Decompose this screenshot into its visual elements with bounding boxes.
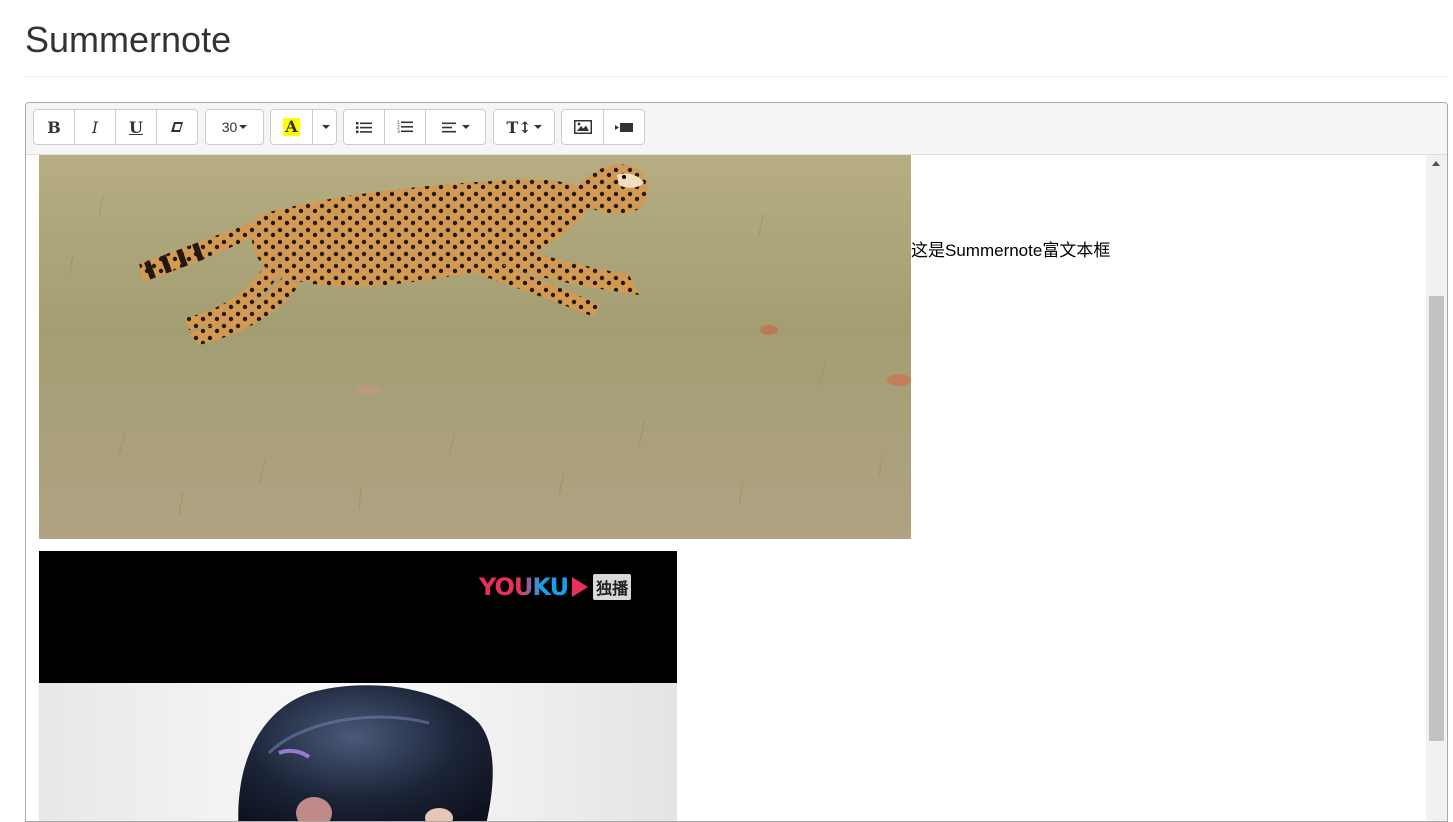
align-dropdown-button[interactable]: [425, 109, 486, 145]
color-dropdown-button[interactable]: [312, 109, 337, 145]
picture-icon: [573, 120, 592, 134]
insert-picture-button[interactable]: [561, 109, 604, 145]
font-color-icon: A: [283, 117, 300, 136]
underline-icon: U: [129, 117, 143, 137]
italic-icon: I: [91, 117, 99, 137]
chevron-down-icon: [239, 125, 248, 129]
clear-format-button[interactable]: [156, 109, 198, 145]
play-icon: [572, 577, 589, 597]
underline-button[interactable]: U: [115, 109, 157, 145]
svg-text:3: 3: [397, 129, 400, 134]
video-icon: [615, 122, 633, 132]
embedded-video[interactable]: YOUKU 独播: [39, 551, 677, 821]
youku-logo-text: YOUKU: [479, 573, 569, 601]
unordered-list-button[interactable]: [343, 109, 385, 145]
line-height-dropdown[interactable]: T↕: [493, 109, 555, 145]
title-divider: [25, 76, 1449, 77]
eraser-icon: [171, 122, 183, 132]
ordered-list-icon: 1 2 3: [397, 120, 413, 134]
align-left-icon: [441, 122, 456, 132]
exclusive-badge: 独播: [593, 574, 632, 600]
font-size-dropdown[interactable]: 30: [205, 109, 264, 145]
font-size-group: 30: [205, 109, 264, 145]
chevron-down-icon: [321, 125, 330, 129]
height-button-group: T↕: [493, 109, 555, 145]
summernote-editor: B I U 30 A 1 2 3 T↕ 这是Summernote富文本框 YOU…: [25, 102, 1448, 822]
style-button-group: B I U: [33, 109, 198, 145]
chevron-down-icon: [461, 125, 470, 129]
text-height-icon: T↕: [506, 117, 532, 137]
cheetah-image[interactable]: [39, 155, 911, 539]
font-size-value: 30: [221, 119, 238, 135]
youku-watermark: YOUKU 独播: [479, 573, 632, 601]
editor-caption-text: 这是Summernote富文本框: [911, 241, 1111, 260]
unordered-list-icon: [356, 121, 372, 133]
scrollbar-thumb[interactable]: [1429, 296, 1444, 741]
video-frame-image: [39, 683, 677, 821]
insert-button-group: [561, 109, 645, 145]
bold-button[interactable]: B: [33, 109, 75, 145]
editor-content[interactable]: 这是Summernote富文本框 YOUKU 独播: [26, 155, 1447, 821]
highlight-color-button[interactable]: A: [270, 109, 313, 145]
page-title: Summernote: [25, 19, 232, 60]
paragraph-button-group: 1 2 3: [343, 109, 486, 145]
color-button-group: A: [270, 109, 337, 145]
chevron-down-icon: [533, 125, 542, 129]
bold-icon: B: [47, 117, 61, 137]
editor-scrollbar[interactable]: [1426, 155, 1447, 821]
editor-toolbar: B I U 30 A 1 2 3 T↕: [26, 103, 1447, 155]
scroll-up-arrow-icon[interactable]: [1432, 161, 1440, 166]
insert-video-button[interactable]: [603, 109, 645, 145]
ordered-list-button[interactable]: 1 2 3: [384, 109, 426, 145]
italic-button[interactable]: I: [74, 109, 116, 145]
